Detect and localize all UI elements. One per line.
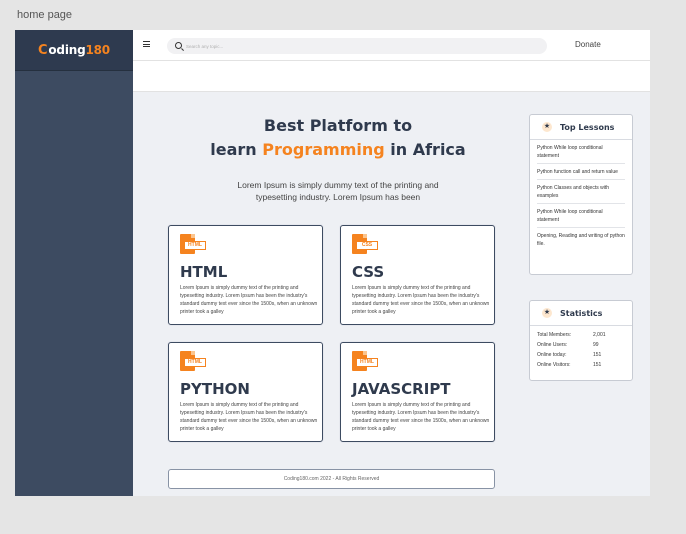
lesson-link[interactable]: Python function call and return value	[537, 164, 625, 180]
hero-description: Lorem Ipsum is simply dummy text of the …	[237, 180, 439, 202]
search-bar	[167, 38, 547, 54]
card-title: PYTHON	[180, 380, 250, 398]
panel-title: Top Lessons	[560, 122, 615, 132]
card-title: CSS	[352, 263, 385, 281]
app-frame: Coding180 Donate Best Platform to learn …	[15, 30, 650, 496]
star-icon: ★	[542, 308, 552, 318]
hamburger-menu-icon[interactable]	[143, 41, 150, 47]
card-text: Lorem Ipsum is simply dummy text of the …	[180, 402, 318, 432]
panel-header: ★ Top Lessons	[530, 115, 632, 140]
search-input[interactable]	[186, 40, 536, 52]
stat-row-total-members: Total Members: 2,001	[537, 332, 606, 338]
hero-title-line-1: Best Platform to	[263, 116, 413, 135]
lesson-link[interactable]: Python While loop conditional statement	[537, 204, 625, 228]
course-card-css[interactable]: CSS CSS Lorem Ipsum is simply dummy text…	[340, 225, 495, 325]
main-content: Best Platform to learn Programming in Af…	[133, 92, 650, 496]
html-file-icon: HTML	[352, 351, 379, 371]
sidebar: Coding 180	[15, 30, 133, 496]
card-title: JAVASCRIPT	[352, 380, 451, 398]
card-title: HTML	[180, 263, 228, 281]
hero-title-accent: Programming	[262, 140, 385, 159]
stat-row-online-users: Online Users: 99	[537, 342, 599, 348]
top-navbar: Donate	[133, 30, 650, 61]
course-card-javascript[interactable]: HTML JAVASCRIPT Lorem Ipsum is simply du…	[340, 342, 495, 442]
logo-bar: Coding 180	[15, 30, 133, 71]
panel-title: Statistics	[560, 308, 603, 318]
top-lessons-panel: ★ Top Lessons Python While loop conditio…	[529, 114, 633, 275]
stat-row-online-today: Online today: 151	[537, 352, 602, 358]
html-file-icon: HTML	[180, 234, 207, 254]
card-text: Lorem Ipsum is simply dummy text of the …	[352, 285, 490, 315]
stat-row-online-visitors: Online Visitors: 151	[537, 362, 602, 368]
card-text: Lorem Ipsum is simply dummy text of the …	[180, 285, 318, 315]
css-file-icon: CSS	[352, 234, 379, 254]
footer: Coding180.com 2022 - All Rights Reserved	[168, 469, 495, 489]
hero-title-line-2: learn Programming in Africa	[210, 140, 466, 159]
card-text: Lorem Ipsum is simply dummy text of the …	[352, 402, 490, 432]
lesson-link[interactable]: Python Classes and objects with examples	[537, 180, 625, 204]
sub-navbar	[133, 61, 650, 92]
course-card-html[interactable]: HTML HTML Lorem Ipsum is simply dummy te…	[168, 225, 323, 325]
html-file-icon: HTML	[180, 351, 207, 371]
search-icon	[175, 42, 182, 49]
panel-header: ★ Statistics	[530, 301, 632, 326]
star-icon: ★	[542, 122, 552, 132]
course-card-python[interactable]: HTML PYTHON Lorem Ipsum is simply dummy …	[168, 342, 323, 442]
lesson-link[interactable]: Python While loop conditional statement	[537, 140, 625, 164]
canvas-frame-label: home page	[17, 9, 73, 21]
statistics-panel: ★ Statistics Total Members: 2,001 Online …	[529, 300, 633, 381]
lesson-link[interactable]: Opening, Reading and writing of python f…	[537, 228, 625, 251]
donate-link[interactable]: Donate	[575, 40, 601, 49]
site-logo[interactable]: Coding 180	[38, 43, 110, 58]
